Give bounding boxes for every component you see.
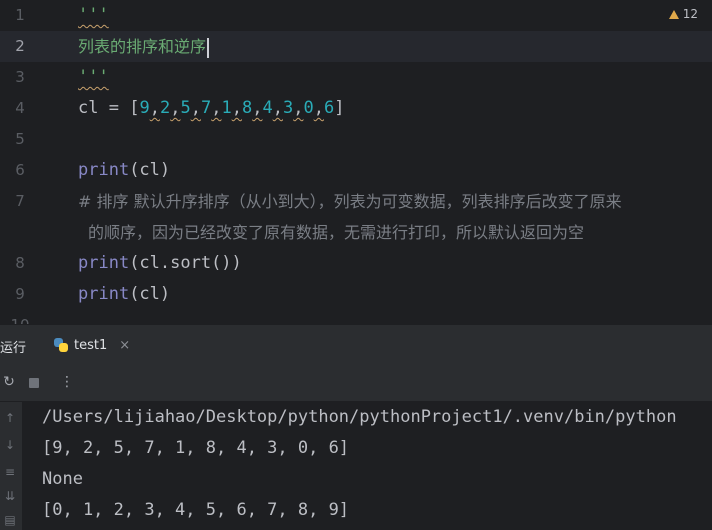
print-icon[interactable]: ▤: [2, 512, 18, 528]
console-gutter: ↑ ↓ ≡ ⇊ ▤: [0, 402, 22, 530]
docstring-quote: ''': [78, 5, 109, 25]
console-line: None: [42, 469, 83, 489]
soft-wrap-icon[interactable]: ≡: [2, 464, 18, 480]
list-comma: ,: [190, 98, 201, 118]
code-line-1[interactable]: 1 ''': [0, 0, 712, 31]
code-editor[interactable]: 12 1 ''' 2 列表的排序和逆序 3 ''' 4 cl = [9,2,5,…: [0, 0, 712, 324]
line-number: 10: [0, 310, 40, 324]
console-line: /Users/lijiahao/Desktop/python/pythonPro…: [42, 407, 677, 427]
list-number: 7: [200, 98, 212, 118]
call-args: (cl): [129, 160, 171, 180]
close-icon[interactable]: ×: [119, 338, 130, 353]
run-panel-header: 运行 test1 ×: [0, 324, 712, 365]
assign-operator: =: [98, 98, 130, 118]
list-number: 9: [139, 98, 150, 118]
line-number: 8: [15, 254, 25, 272]
list-comma: ,: [231, 98, 242, 118]
tab-label: test1: [74, 337, 108, 353]
close-bracket: ]: [334, 98, 345, 118]
print-call: print: [78, 160, 130, 180]
call-args: (cl.sort()): [129, 253, 242, 273]
line-number: 3: [15, 68, 25, 86]
code-line-5[interactable]: 5: [0, 124, 712, 155]
code-line-9[interactable]: 9 print(cl): [0, 279, 712, 310]
rerun-icon[interactable]: ↻: [0, 373, 18, 391]
stop-icon[interactable]: [29, 378, 39, 388]
python-icon: [54, 338, 68, 352]
list-number: 5: [180, 98, 191, 118]
list-comma: ,: [170, 98, 181, 118]
comment-continuation: 的顺序，因为已经改变了原有数据，无需进行打印，所以默认返回为空: [88, 223, 585, 242]
console-line: [0, 1, 2, 3, 4, 5, 6, 7, 8, 9]: [42, 500, 350, 520]
line-number: 7: [15, 192, 25, 210]
docstring-quote: ''': [78, 67, 109, 87]
list-number: 6: [323, 98, 335, 118]
line-number: 1: [15, 6, 25, 24]
list-comma: ,: [149, 98, 160, 118]
comment-block: # 排序 默认升序排序（从小到大），列表为可变数据，列表排序后改变了原来 的顺序…: [78, 186, 708, 248]
tab-test1[interactable]: test1 ×: [54, 325, 130, 365]
line-number: 9: [15, 285, 25, 303]
list-number: 0: [303, 98, 314, 118]
run-panel-title: 运行: [0, 341, 27, 356]
list-comma: ,: [272, 98, 283, 118]
print-call: print: [78, 284, 130, 304]
list-comma: ,: [313, 98, 324, 118]
docstring-text: 列表的排序和逆序: [78, 37, 207, 56]
text-caret: [207, 37, 210, 58]
list-number: 4: [262, 98, 273, 118]
code-line-10[interactable]: 10: [0, 310, 712, 324]
run-toolbar: ↻ ⋮: [0, 365, 712, 402]
line-number: 4: [15, 99, 25, 117]
line-number: 6: [15, 161, 25, 179]
list-number: 8: [241, 98, 253, 118]
console-output[interactable]: ↑ ↓ ≡ ⇊ ▤ /Users/lijiahao/Desktop/python…: [0, 402, 712, 530]
print-call: print: [78, 253, 130, 273]
code-line-4[interactable]: 4 cl = [9,2,5,7,1,8,4,3,0,6]: [0, 93, 712, 124]
list-number: 3: [282, 98, 294, 118]
call-args: (cl): [129, 284, 171, 304]
code-line-6[interactable]: 6 print(cl): [0, 155, 712, 186]
arrow-down-icon[interactable]: ↓: [2, 437, 18, 453]
console-line: [9, 2, 5, 7, 1, 8, 4, 3, 0, 6]: [42, 438, 350, 458]
code-line-8[interactable]: 8 print(cl.sort()): [0, 248, 712, 279]
open-bracket: [: [129, 98, 140, 118]
list-comma: ,: [252, 98, 263, 118]
list-comma: ,: [293, 98, 304, 118]
list-comma: ,: [211, 98, 222, 118]
comment-line: # 排序 默认升序排序（从小到大），列表为可变数据，列表排序后改变了原来: [78, 192, 622, 211]
more-options-icon[interactable]: ⋮: [58, 373, 76, 391]
code-line-2[interactable]: 2 列表的排序和逆序: [0, 31, 712, 62]
arrow-up-icon[interactable]: ↑: [2, 410, 18, 426]
line-number: 5: [15, 130, 25, 148]
code-line-3[interactable]: 3 ''': [0, 62, 712, 93]
list-number: 1: [221, 98, 232, 118]
scroll-to-end-icon[interactable]: ⇊: [2, 488, 18, 504]
list-number: 2: [159, 98, 171, 118]
variable-name: cl: [78, 98, 99, 118]
list-literal: 9,2,5,7,1,8,4,3,0,6: [139, 98, 334, 118]
line-number: 2: [15, 37, 25, 55]
